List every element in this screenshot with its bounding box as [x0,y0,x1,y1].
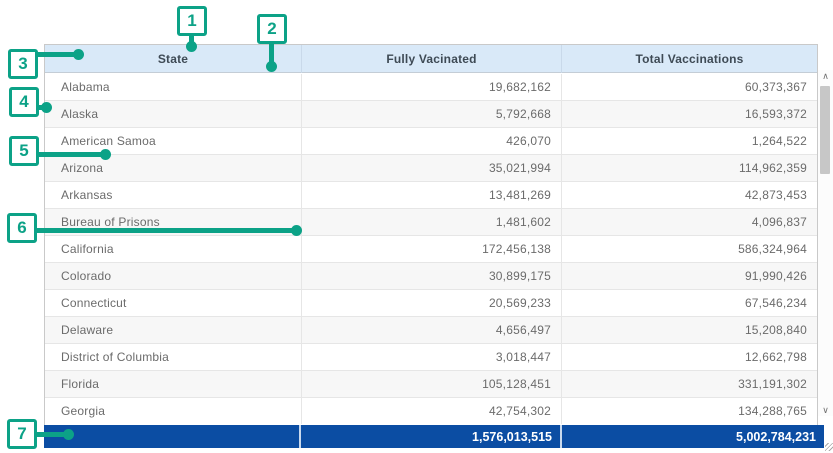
fully-vacinated-cell: 30,899,175 [302,263,562,289]
column-header-state[interactable]: State [45,45,302,73]
table-header-row: State Fully Vacinated Total Vaccinations [45,45,817,73]
total-vaccinations-cell: 4,096,837 [562,209,817,235]
vaccinations-table: State Fully Vacinated Total Vaccinations… [44,44,818,425]
table-row[interactable]: Alaska5,792,66816,593,372 [45,101,817,128]
callout-2: 2 [257,14,287,44]
fully-vacinated-cell: 42,754,302 [302,398,562,424]
callout-connector-line [35,228,297,233]
total-vaccinations-cell: 586,324,964 [562,236,817,262]
table-row[interactable]: District of Columbia3,018,44712,662,798 [45,344,817,371]
callout-5: 5 [9,136,39,166]
screenshot-canvas: State Fully Vacinated Total Vaccinations… [0,0,833,453]
callout-dot [186,41,197,52]
scroll-up-icon[interactable]: ∧ [818,70,833,82]
state-name-cell: California [45,236,302,262]
state-name-cell: Alabama [45,74,302,100]
state-name-cell: District of Columbia [45,344,302,370]
callout-dot [73,49,84,60]
state-name-cell: Colorado [45,263,302,289]
fully-vacinated-cell: 4,656,497 [302,317,562,343]
fully-vacinated-cell: 105,128,451 [302,371,562,397]
scroll-down-icon[interactable]: ∨ [818,404,833,416]
callout-3: 3 [8,49,38,79]
total-state-cell [44,425,301,448]
state-name-cell: Arkansas [45,182,302,208]
callout-dot [291,225,302,236]
callout-dot [41,102,52,113]
state-name-cell: Alaska [45,101,302,127]
callout-dot [266,61,277,72]
fully-vacinated-cell: 35,021,994 [302,155,562,181]
vertical-scrollbar[interactable]: ∧ ∨ [818,70,833,416]
total-vaccinations-cell: 134,288,765 [562,398,817,424]
total-vaccinations-cell: 67,546,234 [562,290,817,316]
fully-vacinated-cell: 1,481,602 [302,209,562,235]
state-name-cell: Arizona [45,155,302,181]
table-row[interactable]: Alabama19,682,16260,373,367 [45,74,817,101]
total-vaccinations-cell: 331,191,302 [562,371,817,397]
fully-vacinated-cell: 19,682,162 [302,74,562,100]
total-vaccinations-cell: 5,002,784,231 [562,425,824,448]
fully-vacinated-cell: 426,070 [302,128,562,154]
callout-1: 1 [177,6,207,36]
fully-vacinated-cell: 20,569,233 [302,290,562,316]
table-row[interactable]: California172,456,138586,324,964 [45,236,817,263]
table-row[interactable]: Colorado30,899,17591,990,426 [45,263,817,290]
state-name-cell: Delaware [45,317,302,343]
scrollbar-thumb[interactable] [820,86,830,174]
total-vaccinations-cell: 42,873,453 [562,182,817,208]
state-name-cell: Connecticut [45,290,302,316]
column-header-total-vaccinations[interactable]: Total Vaccinations [562,45,817,73]
total-vaccinations-cell: 15,208,840 [562,317,817,343]
fully-vacinated-cell: 5,792,668 [302,101,562,127]
callout-4: 4 [9,87,39,117]
total-vaccinations-cell: 60,373,367 [562,74,817,100]
table-row[interactable]: Arkansas13,481,26942,873,453 [45,182,817,209]
callout-dot [63,429,74,440]
total-vaccinations-cell: 114,962,359 [562,155,817,181]
resize-grip-icon[interactable] [825,443,833,451]
total-fully-vacinated-cell: 1,576,013,515 [301,425,562,448]
callout-dot [100,149,111,160]
total-vaccinations-cell: 12,662,798 [562,344,817,370]
table-row[interactable]: Arizona35,021,994114,962,359 [45,155,817,182]
callout-connector-line [37,152,107,157]
table-body: Alabama19,682,16260,373,367Alaska5,792,6… [45,74,817,425]
callout-6: 6 [7,213,37,243]
total-vaccinations-cell: 16,593,372 [562,101,817,127]
column-header-fully-vacinated[interactable]: Fully Vacinated [302,45,562,73]
fully-vacinated-cell: 13,481,269 [302,182,562,208]
total-vaccinations-cell: 1,264,522 [562,128,817,154]
table-row[interactable]: Delaware4,656,49715,208,840 [45,317,817,344]
state-name-cell: American Samoa [45,128,302,154]
table-row[interactable]: Georgia42,754,302134,288,765 [45,398,817,425]
callout-7: 7 [7,419,37,449]
table-total-row: 1,576,013,515 5,002,784,231 [44,425,824,448]
total-vaccinations-cell: 91,990,426 [562,263,817,289]
table-row[interactable]: Florida105,128,451331,191,302 [45,371,817,398]
state-name-cell: Florida [45,371,302,397]
table-row[interactable]: Connecticut20,569,23367,546,234 [45,290,817,317]
fully-vacinated-cell: 172,456,138 [302,236,562,262]
table-row[interactable]: American Samoa426,0701,264,522 [45,128,817,155]
fully-vacinated-cell: 3,018,447 [302,344,562,370]
state-name-cell: Georgia [45,398,302,424]
